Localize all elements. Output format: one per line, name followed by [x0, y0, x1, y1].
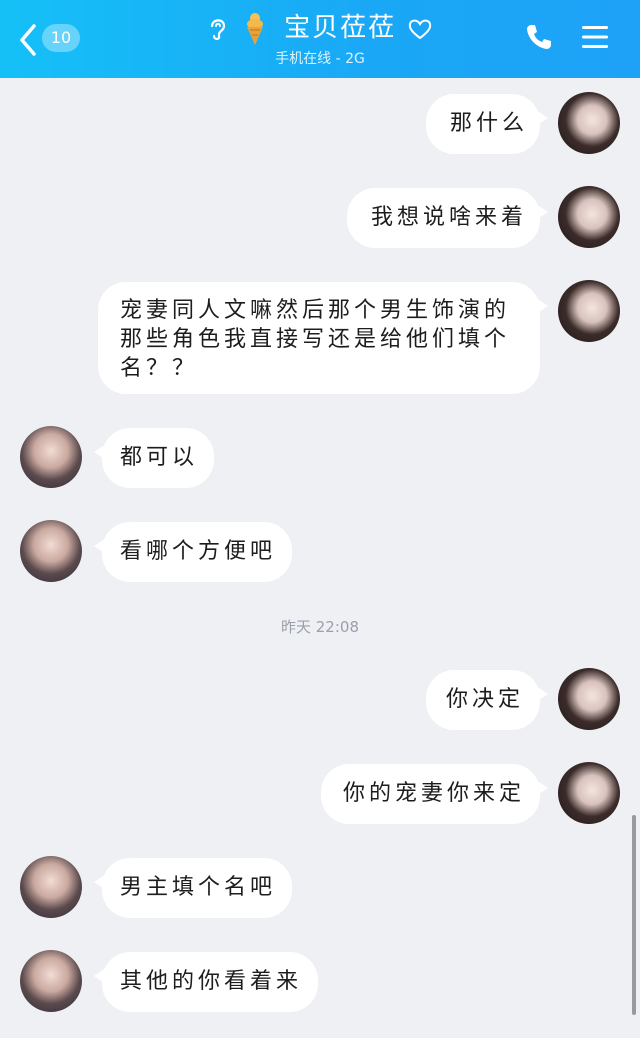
message-bubble[interactable]: 看哪个方便吧 [94, 522, 292, 582]
hamburger-menu-icon [582, 26, 608, 48]
contact-name: 宝贝莅莅 [284, 13, 397, 43]
message-row: 宠妻同人文嘛然后那个男生饰演的那些角色我直接写还是给他们填个名？？ [0, 280, 640, 396]
chat-header: 10 宝贝莅莅 手机在线 - 2G [0, 0, 640, 78]
avatar[interactable] [20, 520, 82, 582]
message-bubble[interactable]: 都可以 [94, 428, 214, 488]
message-row: 你的宠妻你来定 [0, 762, 640, 826]
avatar[interactable] [558, 762, 620, 824]
message-bubble[interactable]: 你决定 [426, 670, 548, 730]
message-row: 那什么 [0, 92, 640, 156]
message-row: 我想说啥来着 [0, 186, 640, 250]
message-row: 看哪个方便吧 [0, 520, 640, 584]
call-button[interactable] [524, 22, 560, 58]
unread-count-badge: 10 [42, 24, 80, 52]
online-status: 手机在线 - 2G [275, 51, 365, 67]
avatar[interactable] [558, 668, 620, 730]
chevron-left-icon [20, 24, 36, 56]
ice-cream-icon [246, 12, 263, 45]
chat-screen: 10 宝贝莅莅 手机在线 - 2G 那什么 我想说啥来着 宠妻同人文嘛然后那个男… [0, 0, 640, 1038]
scrollbar[interactable] [632, 815, 636, 1015]
timestamp-divider: 昨天 22:08 [281, 618, 359, 636]
avatar[interactable] [20, 950, 82, 1012]
phone-icon [527, 25, 551, 49]
message-row: 男主填个名吧 [0, 856, 640, 920]
message-bubble[interactable]: 宠妻同人文嘛然后那个男生饰演的那些角色我直接写还是给他们填个名？？ [98, 282, 548, 394]
message-row: 都可以 [0, 426, 640, 490]
message-bubble[interactable]: 男主填个名吧 [94, 858, 292, 918]
menu-button[interactable] [580, 22, 614, 56]
back-button[interactable]: 10 [18, 18, 88, 62]
message-bubble[interactable]: 那什么 [426, 94, 548, 154]
avatar[interactable] [558, 280, 620, 342]
avatar[interactable] [20, 426, 82, 488]
message-bubble[interactable]: 其他的你看着来 [94, 952, 318, 1012]
message-bubble[interactable]: 我想说啥来着 [347, 188, 548, 248]
avatar[interactable] [558, 186, 620, 248]
ear-icon [210, 18, 225, 40]
avatar[interactable] [20, 856, 82, 918]
message-row: 其他的你看着来 [0, 950, 640, 1014]
avatar[interactable] [558, 92, 620, 154]
message-bubble[interactable]: 你的宠妻你来定 [321, 764, 548, 824]
chat-title[interactable]: 宝贝莅莅 手机在线 - 2G [180, 8, 460, 72]
message-row: 你决定 [0, 668, 640, 732]
heart-icon [409, 19, 432, 39]
